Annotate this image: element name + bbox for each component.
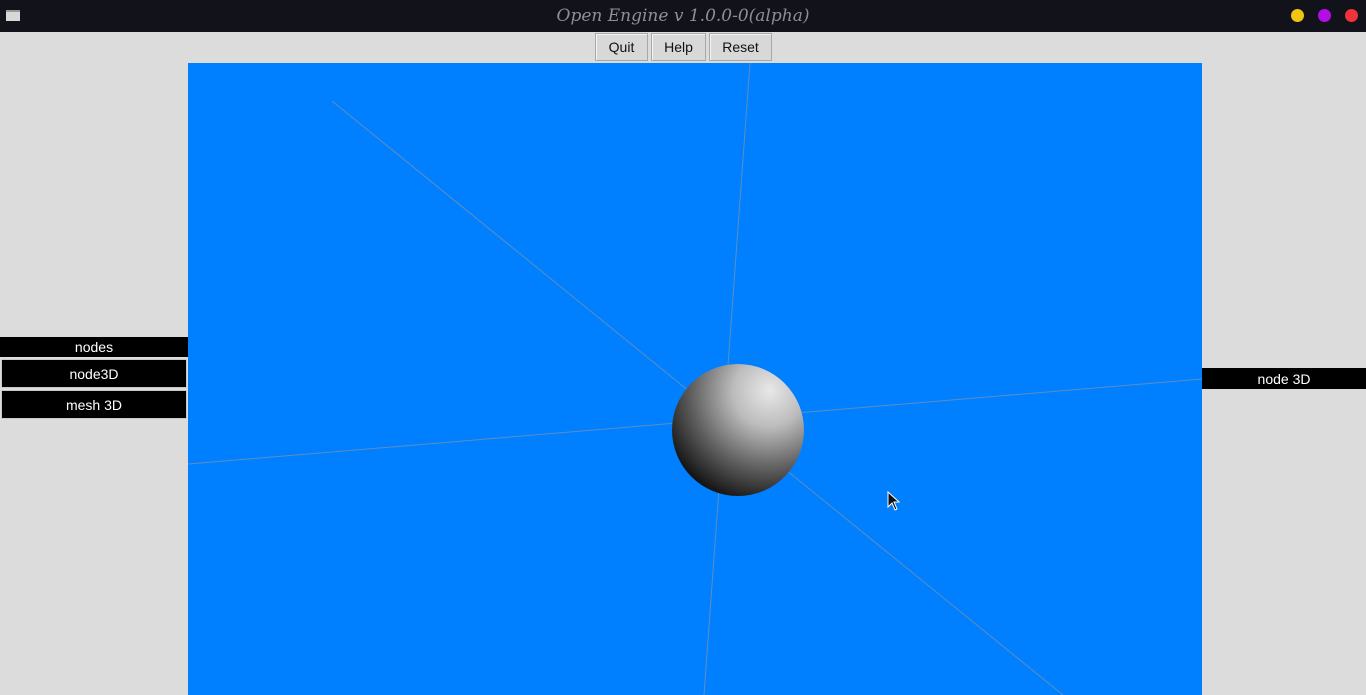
maximize-button[interactable] [1318,9,1331,22]
close-button[interactable] [1345,9,1358,22]
mouse-cursor-icon [887,491,901,511]
scene-canvas[interactable] [188,63,1202,695]
node3d-button[interactable]: node3D [1,359,187,388]
window-title: Open Engine v 1.0.0-0(alpha) [556,6,810,26]
inspector-panel-header: node 3D [1202,368,1366,389]
reset-button[interactable]: Reset [709,33,772,61]
minimize-button[interactable] [1291,9,1304,22]
sphere-mesh[interactable] [672,364,804,496]
mesh3d-button[interactable]: mesh 3D [1,390,187,419]
title-bar: Open Engine v 1.0.0-0(alpha) [0,0,1366,32]
quit-button[interactable]: Quit [595,33,648,61]
toolbar: Quit Help Reset [595,33,772,61]
nodes-panel-header: nodes [0,337,188,357]
help-button[interactable]: Help [651,33,706,61]
3d-viewport[interactable] [188,63,1202,695]
grid-axes [188,63,1202,695]
